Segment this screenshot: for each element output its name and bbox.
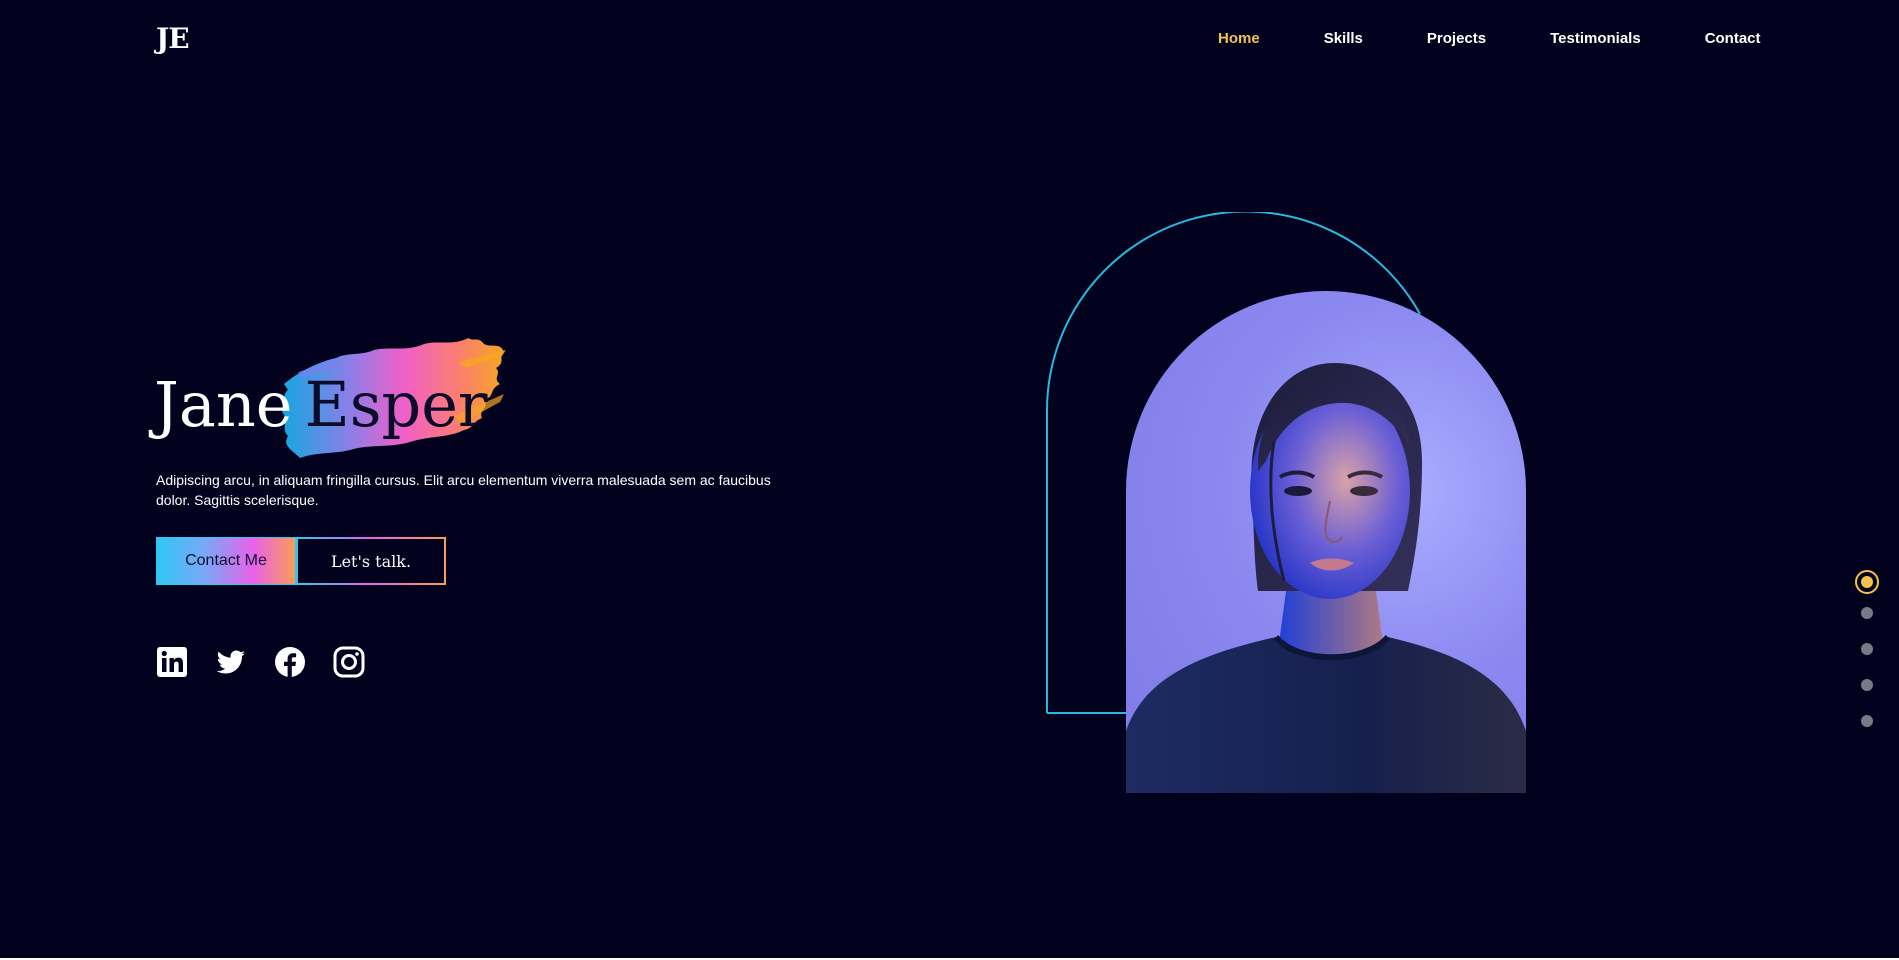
nav-skills[interactable]: Skills	[1324, 30, 1363, 47]
nav-projects[interactable]: Projects	[1427, 30, 1486, 47]
site-logo[interactable]: JE	[156, 22, 190, 55]
social-links	[156, 646, 365, 678]
facebook-icon[interactable]	[274, 646, 306, 678]
slide-dot-5[interactable]	[1861, 715, 1873, 727]
hero-name: Jane Esper	[154, 365, 488, 445]
nav-testimonials[interactable]: Testimonials	[1550, 30, 1641, 47]
page: JE Home Skills Projects Testimonials Con…	[0, 0, 1899, 958]
portrait-image	[1126, 291, 1526, 793]
hero-description: Adipiscing arcu, in aliquam fringilla cu…	[156, 472, 771, 508]
slide-dot-1[interactable]	[1855, 570, 1879, 594]
hero-buttons: Contact Me Let's talk.	[156, 537, 446, 585]
slide-dot-4[interactable]	[1861, 679, 1873, 691]
instagram-icon[interactable]	[333, 646, 365, 678]
nav-contact[interactable]: Contact	[1705, 30, 1761, 47]
nav-home[interactable]: Home	[1218, 30, 1260, 47]
slide-pagination	[1855, 570, 1879, 751]
slide-dot-2[interactable]	[1861, 607, 1873, 619]
contact-me-button[interactable]: Contact Me	[156, 537, 296, 585]
linkedin-icon[interactable]	[156, 646, 188, 678]
slide-dot-3[interactable]	[1861, 643, 1873, 655]
last-name: Esper	[304, 368, 488, 441]
twitter-icon[interactable]	[215, 646, 247, 678]
first-name: Jane	[154, 368, 293, 441]
lets-talk-button[interactable]: Let's talk.	[296, 537, 446, 585]
main-nav: Home Skills Projects Testimonials Contac…	[1218, 30, 1761, 47]
